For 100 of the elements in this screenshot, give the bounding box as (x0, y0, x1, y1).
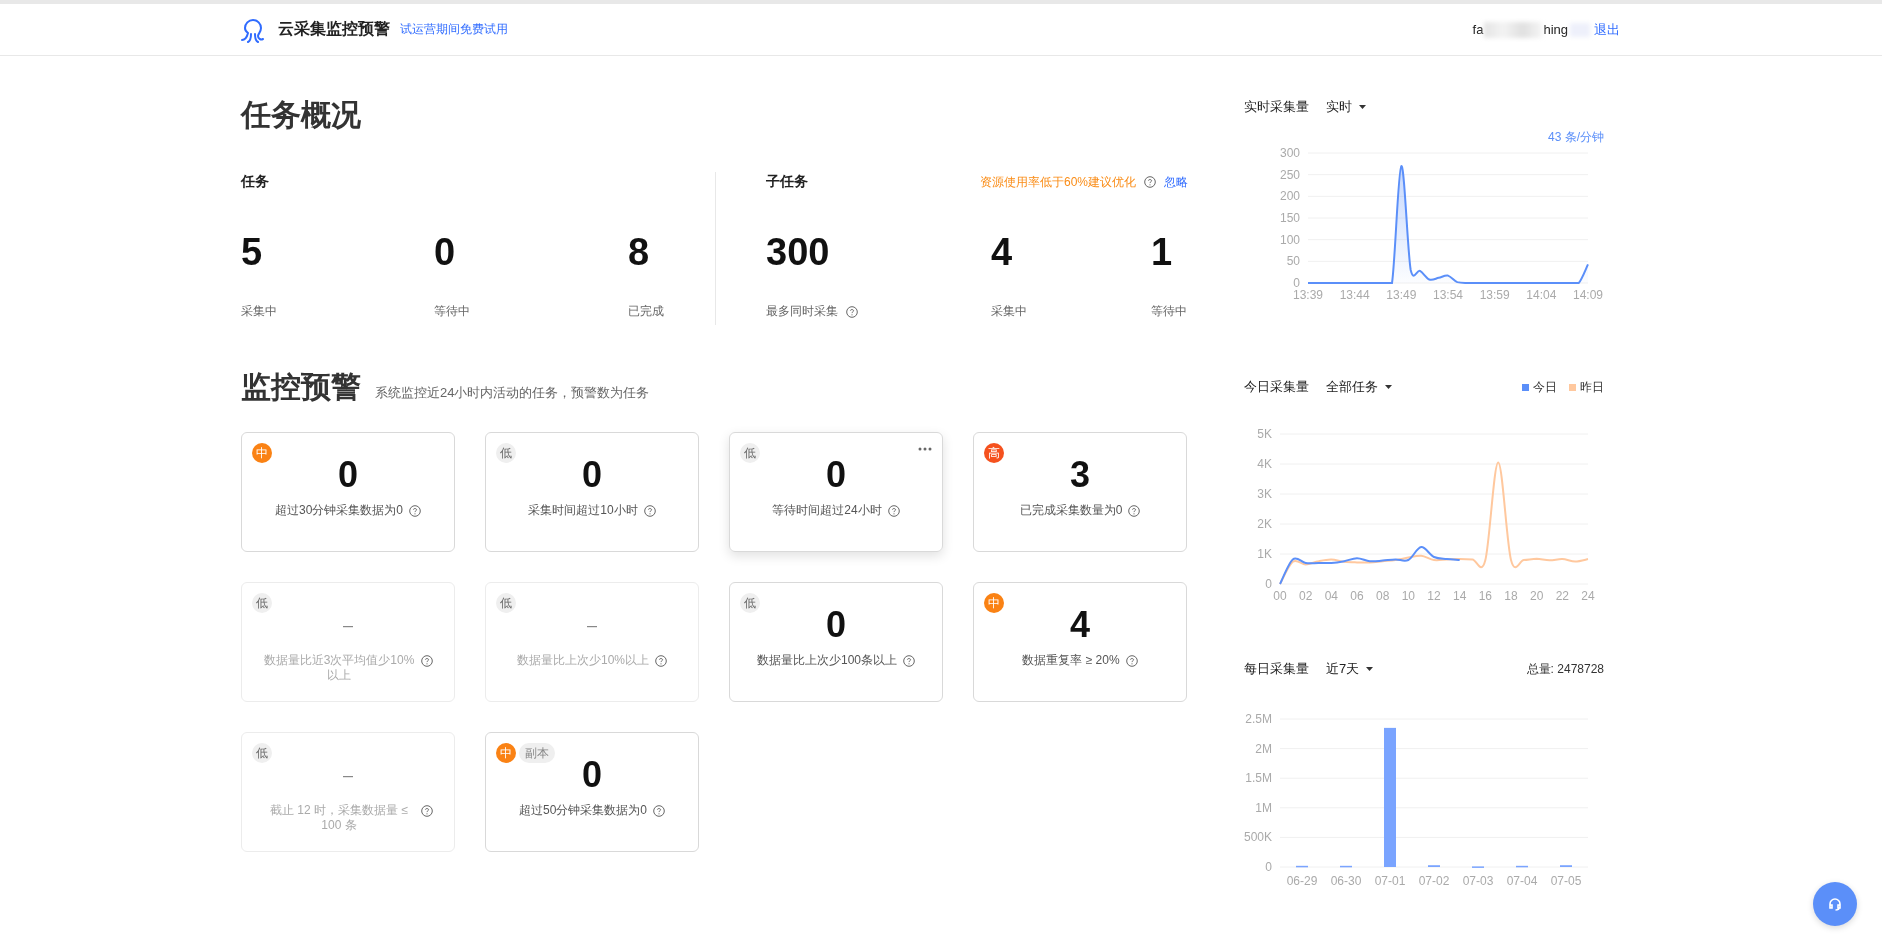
filter-dropdown[interactable]: 全部任务 (1326, 378, 1392, 396)
stat-value: 1 (1151, 230, 1174, 275)
alert-count: 0 (582, 757, 602, 793)
severity-badge: 低 (496, 593, 516, 613)
axis-label: 100 (1279, 232, 1300, 247)
axis-label: 04 (1324, 589, 1338, 603)
axis-label: 500K (1244, 830, 1272, 845)
severity-badge: 中 (984, 593, 1004, 613)
alert-description: 已完成采集数量为0 (1019, 503, 1123, 518)
axis-label: 1M (1255, 800, 1272, 815)
axis-label: 13:39 (1293, 288, 1323, 302)
axis-label: 07-02 (1418, 874, 1450, 888)
stat-label: 采集中 (241, 303, 277, 320)
axis-label: 200 (1279, 189, 1300, 204)
alert-card[interactable]: 中 4 数据重复率 ≥ 20% (973, 582, 1187, 702)
alert-count: 0 (582, 457, 602, 493)
alert-description: 超过30分钟采集数据为0 (275, 503, 403, 518)
axis-label: 250 (1279, 167, 1300, 182)
axis-label: 24 (1581, 589, 1595, 603)
axis-label: 13:54 (1433, 288, 1463, 302)
alert-description: 数据量比上次少100条以上 (757, 653, 897, 668)
alert-card[interactable]: 中 0 超过30分钟采集数据为0 (241, 432, 455, 552)
section-subtitle: 系统监控近24小时内活动的任务，预警数为任务 (375, 384, 650, 402)
axis-label: 50 (1286, 254, 1300, 269)
severity-badge: 低 (740, 443, 760, 463)
axis-label: 1K (1257, 547, 1272, 561)
alert-count: 0 (338, 457, 358, 493)
stat-value: 300 (766, 230, 831, 275)
panel-title: 今日采集量 (1244, 378, 1310, 396)
alert-description: 等待时间超过24小时 (772, 503, 882, 518)
panel-title: 每日采集量 (1244, 660, 1310, 678)
total-count: 总量: 2478728 (1526, 660, 1604, 678)
legend-label[interactable]: 今日 (1533, 378, 1557, 396)
group-label: 任务 (241, 173, 269, 191)
axis-label: 12 (1427, 589, 1441, 603)
filter-dropdown[interactable]: 近7天 (1326, 660, 1374, 678)
trial-note: 试运营期间免费试用 (400, 21, 508, 38)
alert-count: 3 (1070, 457, 1090, 493)
alert-card[interactable]: 低 0 等待时间超过24小时 (729, 432, 943, 552)
alert-description: 截止 12 时，采集数据量 ≤ 100 条 (269, 803, 409, 833)
axis-label: 16 (1478, 589, 1492, 603)
axis-label: 14:09 (1573, 288, 1603, 302)
alert-description: 采集时间超过10小时 (528, 503, 638, 518)
axis-label: 02 (1299, 589, 1313, 603)
alert-description: 数据量比上次少10%以上 (517, 653, 649, 668)
alert-count: – (343, 614, 353, 637)
alert-description: 数据量比近3次平均值少10%以上 (263, 653, 415, 683)
axis-label: 2.5M (1245, 712, 1272, 726)
axis-label: 5K (1257, 427, 1272, 441)
axis-label: 2K (1257, 517, 1272, 531)
stat-label: 等待中 (1151, 303, 1187, 320)
username: fa (1472, 22, 1484, 37)
axis-label: 07-01 (1374, 874, 1406, 888)
alert-card[interactable]: 中 副本 0 超过50分钟采集数据为0 (485, 732, 699, 852)
username: hing (1543, 22, 1568, 37)
alert-description: 数据重复率 ≥ 20% (1022, 653, 1120, 668)
alert-count: – (343, 764, 353, 787)
severity-badge: 高 (984, 443, 1004, 463)
severity-badge: 低 (740, 593, 760, 613)
stat-label: 采集中 (991, 303, 1027, 320)
alert-count: 4 (1070, 607, 1090, 643)
rate-reading: 43 条/分钟 (1548, 129, 1604, 146)
axis-label: 14:04 (1526, 288, 1557, 302)
severity-badge: 中 (252, 443, 272, 463)
axis-label: 20 (1530, 589, 1544, 603)
alert-card[interactable]: 低 0 数据量比上次少100条以上 (729, 582, 943, 702)
axis-label: 2M (1255, 741, 1272, 756)
alert-card[interactable]: 高 3 已完成采集数量为0 (973, 432, 1187, 552)
stat-value: 5 (241, 230, 264, 275)
alert-count: 0 (826, 457, 846, 493)
axis-label: 4K (1257, 457, 1272, 471)
alert-count: 0 (826, 607, 846, 643)
axis-label: 0 (1265, 577, 1272, 591)
axis-label: 13:49 (1386, 288, 1417, 302)
axis-label: 08 (1376, 589, 1390, 603)
axis-label: 1.5M (1245, 771, 1272, 786)
axis-label: 3K (1257, 487, 1272, 501)
filter-dropdown[interactable]: 实时 (1326, 98, 1366, 116)
stat-value: 8 (628, 230, 651, 275)
optimization-notice: 资源使用率低于60%建议优化 (979, 173, 1136, 191)
axis-label: 13:59 (1479, 288, 1510, 302)
logout-link[interactable]: 退出 (1594, 20, 1620, 39)
axis-label: 06-30 (1330, 874, 1362, 888)
alert-description: 超过50分钟采集数据为0 (519, 803, 647, 818)
legend-label[interactable]: 昨日 (1580, 378, 1604, 396)
alert-count: – (587, 614, 597, 637)
severity-badge: 低 (252, 593, 272, 613)
ignore-link[interactable]: 忽略 (1164, 173, 1188, 191)
alert-card[interactable]: 低 0 采集时间超过10小时 (485, 432, 699, 552)
severity-badge: 中 (496, 743, 516, 763)
axis-label: 10 (1401, 589, 1415, 603)
stat-label: 最多同时采集 (766, 303, 838, 320)
axis-label: 14 (1453, 589, 1467, 603)
axis-label: 0 (1265, 860, 1272, 874)
section-title: 任务概况 (241, 97, 362, 133)
axis-label: 07-04 (1506, 874, 1538, 888)
axis-label: 18 (1504, 589, 1518, 603)
section-title: 监控预警 (241, 369, 361, 405)
stat-label: 等待中 (434, 303, 470, 320)
group-label: 子任务 (766, 173, 808, 191)
